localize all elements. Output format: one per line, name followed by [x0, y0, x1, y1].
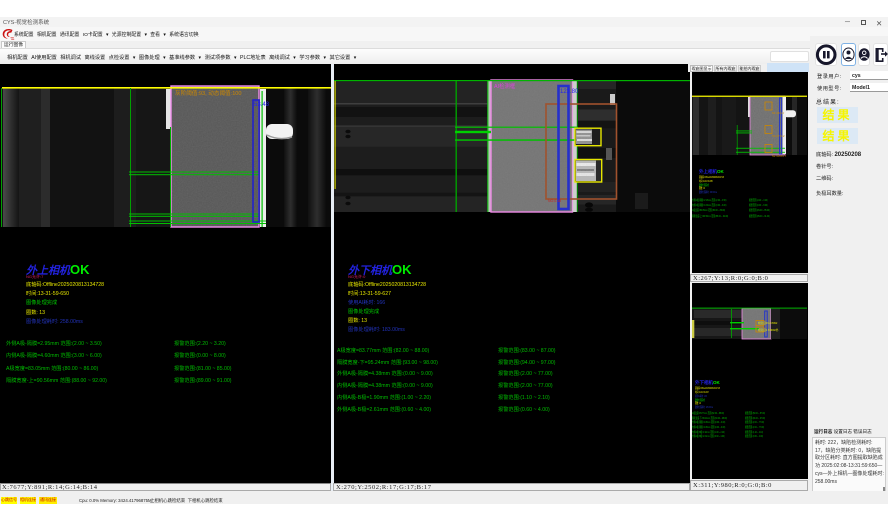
svg-text:AI检测框: AI检测框 [494, 82, 516, 90]
svg-text:帽宽度06.2 8092: 帽宽度06.2 8092 [758, 321, 778, 325]
svg-text:灰阶阈值:93, 动态阈值:100: 灰阶阈值:93, 动态阈值:100 [175, 89, 242, 97]
svg-text:53.48: 53.48 [254, 102, 270, 108]
svg-text:52.40:84.7: 52.40:84.7 [772, 154, 787, 158]
svg-text:123.80: 123.80 [560, 89, 579, 95]
svg-text:帽宽度2.8 8092外: 帽宽度2.8 8092外 [758, 328, 779, 332]
svg-text:NG:0.18: NG:0.18 [548, 199, 561, 203]
svg-text:53.07:6.2: 53.07:6.2 [772, 134, 785, 138]
